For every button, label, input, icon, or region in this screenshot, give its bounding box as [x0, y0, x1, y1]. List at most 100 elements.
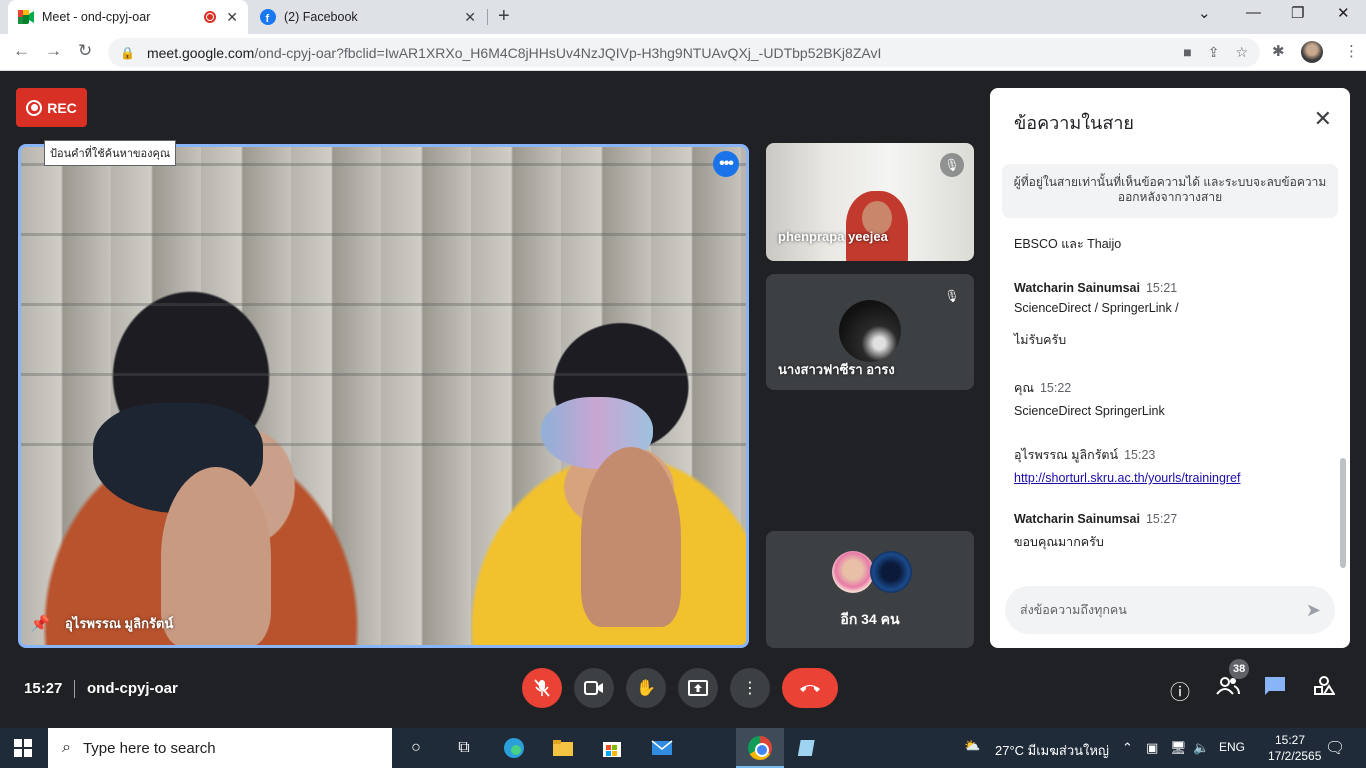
chat-notice: ผู้ที่อยู่ในสายเท่านั้นที่เห็นข้อความได้… — [1002, 164, 1338, 218]
meeting-time: 15:27 — [24, 680, 63, 697]
edge-icon[interactable] — [502, 736, 526, 760]
message-text: ScienceDirect SpringerLink — [1014, 404, 1165, 418]
new-tab-icon[interactable]: + — [498, 5, 510, 28]
more-options-button[interactable]: ⋮ — [730, 668, 770, 708]
close-tab-icon[interactable]: ✕ — [464, 9, 476, 26]
restore-icon[interactable]: ❐ — [1291, 4, 1304, 22]
show-hidden-icons-icon[interactable]: ⌃ — [1122, 740, 1133, 756]
camera-toggle-button[interactable] — [574, 668, 614, 708]
minimize-icon[interactable]: — — [1246, 4, 1261, 21]
facebook-icon: f — [260, 9, 276, 25]
message-time: 15:23 — [1124, 448, 1156, 462]
search-icon: ⌕ — [62, 739, 71, 756]
leave-call-button[interactable] — [782, 668, 838, 708]
chat-input-placeholder: ส่งข้อความถึงทุกคน — [1020, 603, 1127, 617]
close-window-icon[interactable]: ✕ — [1337, 4, 1350, 22]
chat-icon[interactable] — [1264, 676, 1286, 702]
bookmark-star-icon[interactable]: ☆ — [1235, 44, 1248, 61]
raise-hand-button[interactable]: ✋ — [626, 668, 666, 708]
message-link[interactable]: http://shorturl.skru.ac.th/yourls/traini… — [1014, 471, 1240, 485]
share-icon[interactable]: ⇪ — [1208, 44, 1220, 61]
message-text: EBSCO และ Thaijo — [1014, 237, 1122, 251]
clock-date: 17/2/2565 — [1268, 749, 1322, 763]
notepad-icon[interactable] — [796, 736, 820, 760]
tab-facebook[interactable]: f (2) Facebook ✕ — [250, 0, 486, 34]
recording-label: REC — [47, 99, 77, 116]
chat-scrollbar[interactable] — [1340, 458, 1346, 568]
back-icon[interactable]: ← — [13, 41, 30, 61]
chat-message: EBSCO และ Thaijo — [1014, 234, 1121, 254]
mic-off-icon: 🎙 — [944, 289, 960, 303]
meet-stage: REC ป้อนคำที่ใช้ค้นหาของคุณ ••• 📌 อุไรพร… — [0, 71, 1366, 728]
present-icon — [688, 680, 708, 696]
url-input[interactable]: 🔒 meet.google.com/ond-cpyj-oar?fbclid=Iw… — [108, 38, 1260, 67]
send-icon[interactable]: ➤ — [1306, 600, 1321, 621]
people-icon[interactable] — [1216, 676, 1240, 702]
extensions-icon[interactable]: ✱ — [1272, 42, 1285, 60]
meeting-info-icon[interactable]: ⓘ — [1170, 676, 1190, 705]
activities-icon[interactable] — [1313, 676, 1336, 702]
message-sender: Watcharin Sainumsai — [1014, 512, 1140, 526]
profile-avatar[interactable] — [1301, 41, 1323, 63]
task-view-icon[interactable]: ⧉ — [452, 736, 476, 760]
url-path: /ond-cpyj-oar?fbclid=IwAR1XRXo_H6M4C8jHH… — [254, 44, 882, 61]
meet-tray-icon[interactable]: ▣ — [1146, 740, 1158, 756]
tile-more-options-button[interactable]: ••• — [713, 151, 739, 177]
present-screen-button[interactable] — [678, 668, 718, 708]
participant-tile-1[interactable]: 🎙 phenprapa yeejea — [766, 143, 974, 261]
record-icon — [26, 99, 43, 116]
browser-menu-icon[interactable]: ⋮ — [1344, 42, 1359, 60]
store-icon[interactable] — [600, 736, 624, 760]
close-chat-icon[interactable]: ✕ — [1314, 106, 1332, 132]
language-indicator[interactable]: ENG — [1219, 740, 1245, 754]
close-tab-icon[interactable]: ✕ — [226, 9, 238, 26]
microphone-toggle-button[interactable] — [522, 668, 562, 708]
message-sender: Watcharin Sainumsai — [1014, 281, 1140, 295]
weather-label[interactable]: 27°C มีเมฆส่วนใหญ่ — [995, 740, 1109, 761]
main-speaker-name: อุไรพรรณ มูลิกรัตน์ — [65, 616, 174, 631]
more-participants-tile[interactable]: อีก 34 คน — [766, 531, 974, 648]
video-hands-left — [161, 467, 271, 645]
windows-start-icon[interactable] — [14, 739, 32, 757]
reload-icon[interactable]: ↻ — [78, 41, 92, 61]
meeting-code: ond-cpyj-oar — [87, 680, 178, 697]
network-icon[interactable]: 🖥 — [1170, 740, 1187, 756]
tab-title: Meet - ond-cpyj-oar — [42, 10, 151, 24]
cortana-icon[interactable]: ○ — [404, 736, 428, 760]
mail-icon[interactable] — [650, 736, 674, 760]
participant-avatar — [870, 551, 912, 593]
participant-tile-2[interactable]: 🎙 นางสาวฟาซีรา อารง — [766, 274, 974, 390]
chat-panel: ข้อความในสาย ✕ ผู้ที่อยู่ในสายเท่านั้นที… — [990, 88, 1350, 648]
participant-name: phenprapa yeejea — [778, 229, 888, 244]
participant-count-badge: 38 — [1229, 659, 1250, 679]
chrome-taskbar-button[interactable] — [736, 728, 784, 768]
forward-icon[interactable]: → — [45, 41, 62, 61]
tab-separator — [487, 9, 488, 25]
google-meet-icon — [18, 9, 34, 25]
pin-icon[interactable]: 📌 — [30, 614, 50, 634]
taskbar-search-input[interactable]: ⌕ Type here to search — [48, 728, 392, 768]
address-bar-row: ← → ↻ 🔒 meet.google.com/ond-cpyj-oar?fbc… — [0, 34, 1366, 71]
tab-search-icon[interactable]: ⌄ — [1198, 4, 1211, 22]
participant-avatar — [832, 551, 874, 593]
file-explorer-icon[interactable] — [551, 736, 575, 760]
main-video-tile[interactable] — [18, 144, 749, 648]
system-clock[interactable]: 15:27 17/2/2565 — [1268, 732, 1322, 764]
message-time: 15:27 — [1145, 512, 1178, 526]
omnibox-actions: ■ ⇪ ☆ — [1183, 44, 1248, 61]
message-sender: อุไรพรรณ มูลิกรัตน์ — [1014, 448, 1119, 462]
tab-meet[interactable]: Meet - ond-cpyj-oar ✕ — [8, 0, 248, 34]
camera-in-use-icon[interactable]: ■ — [1183, 44, 1191, 61]
video-background — [21, 147, 746, 446]
hang-up-icon — [800, 685, 820, 692]
message-text: ไม่รับครับ — [1014, 333, 1067, 347]
chat-message: คุณ 15:22 ScienceDirect SpringerLink — [1014, 378, 1165, 418]
notification-center-icon[interactable]: 🗨 — [1325, 738, 1345, 758]
volume-icon[interactable]: 🔈 — [1193, 740, 1209, 756]
recording-button[interactable]: REC — [16, 88, 87, 127]
message-sender: คุณ — [1014, 381, 1034, 395]
chat-message: Watcharin Sainumsai 15:27 ขอบคุณมากครับ — [1014, 512, 1177, 552]
weather-icon[interactable]: ⛅ — [964, 738, 980, 754]
mic-off-icon — [534, 679, 550, 697]
chat-message-input[interactable]: ส่งข้อความถึงทุกคน ➤ — [1005, 586, 1335, 634]
